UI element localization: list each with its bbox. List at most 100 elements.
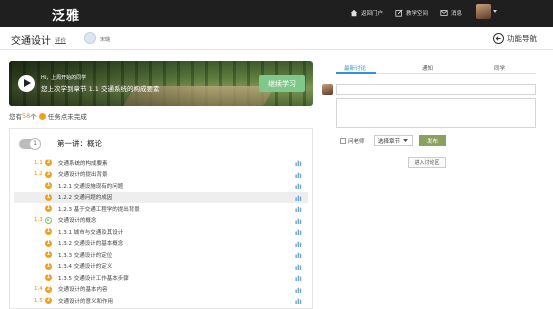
stats-icon[interactable] (295, 217, 302, 224)
chapter-select[interactable]: 选择章节 (374, 135, 413, 146)
ask-teacher-option[interactable]: 问老师 (340, 137, 365, 145)
section-number: 1.3 (34, 217, 43, 224)
task-dot-icon (38, 112, 46, 120)
task-count-badge: 1 (45, 228, 52, 235)
stats-icon[interactable] (295, 171, 302, 178)
section-title: 1.2.1 交通设施现有的问题 (58, 183, 124, 190)
section-title: 交通设计的基本内容 (58, 287, 108, 294)
progress-prefix: 您有 (9, 113, 22, 121)
stats-icon[interactable] (295, 228, 302, 235)
task-count-badge: 2 (45, 159, 52, 166)
subsection-row[interactable]: 1 1.3.4 交通设计的定义 (14, 261, 308, 273)
subsection-row[interactable]: 1 1.3.3 交通设计的定位 (14, 249, 308, 261)
stats-icon[interactable] (295, 182, 302, 189)
stats-icon[interactable] (295, 263, 302, 270)
course-header: 交通设计 评价 宋璐 功能导航 (0, 27, 553, 50)
stats-icon[interactable] (295, 274, 302, 281)
section-number: 1.1 (34, 159, 43, 166)
task-count-badge: 1 (45, 274, 52, 281)
task-progress: 您有 58 个 任务点未完成 (9, 111, 87, 121)
discussion-title-input[interactable] (336, 84, 536, 95)
teacher-avatar (84, 32, 96, 44)
stats-icon[interactable] (295, 194, 302, 201)
continue-learning-button[interactable]: 继续学习 (259, 75, 305, 92)
section-number: 1.5 (34, 297, 43, 304)
chapter-toggle[interactable] (19, 137, 41, 150)
mail-icon (440, 10, 448, 16)
stats-icon[interactable] (295, 286, 302, 293)
top-navbar: 泛雅 返回门户 教学空间 消息 (0, 0, 553, 27)
section-title: 1.2.3 基于交通工程学的提出背景 (58, 206, 140, 213)
task-count-badge: 1 (45, 182, 52, 189)
task-count-badge: 1 (45, 262, 52, 270)
review-link[interactable]: 评价 (55, 36, 66, 44)
function-guide-button[interactable]: 功能导航 (493, 32, 537, 45)
section-number: 1.2 (34, 171, 43, 178)
progress-count: 58 (22, 112, 31, 120)
function-guide-label: 功能导航 (507, 34, 537, 43)
subsection-row[interactable]: 1 1.3.2 交通设计的基本概念 (14, 238, 308, 250)
tab-latest-discussion[interactable]: 最新讨论 (344, 64, 366, 72)
progress-unit: 个 (30, 113, 37, 121)
task-count-badge: 2 (45, 285, 52, 293)
stats-icon[interactable] (295, 240, 302, 247)
section-row[interactable]: 1.2 3 交通设计的提出背景 (14, 169, 308, 181)
ask-teacher-label: 问老师 (348, 139, 365, 145)
banner-last-chapter: 您上次学到章节 1.1 交通系统的构成要素 (41, 85, 160, 93)
teacher-name: 宋璐 (100, 37, 111, 43)
publish-button[interactable]: 发布 (419, 135, 446, 146)
subsection-row[interactable]: 1 1.2.1 交通设施现有的问题 (14, 180, 308, 192)
stats-icon[interactable] (295, 251, 302, 258)
nav-messages-link[interactable]: 消息 (440, 9, 462, 17)
home-icon (350, 9, 358, 17)
task-count-badge: 1 (45, 239, 52, 247)
enter-discussion-button[interactable]: 进入讨论区 (408, 157, 446, 168)
section-title: 1.3.1 城市与交通及其设计 (58, 229, 124, 236)
chapter-select-value: 选择章节 (378, 138, 401, 145)
nav-home-label: 返回门户 (361, 11, 384, 17)
task-count-badge: 1 (45, 205, 52, 212)
stats-icon[interactable] (295, 205, 302, 212)
current-position-icon (45, 216, 52, 224)
user-avatar (322, 84, 333, 95)
discussion-content-textarea[interactable] (336, 98, 536, 128)
nav-teaching-space-label: 教学空间 (406, 11, 429, 17)
section-number: 1.4 (34, 286, 43, 293)
section-title: 1.3.2 交通设计的基本概念 (58, 241, 124, 248)
progress-suffix: 任务点未完成 (47, 113, 87, 121)
caret-down-icon[interactable] (493, 10, 497, 13)
task-count-badge: 2 (45, 297, 52, 304)
section-title: 交通设计的概念 (58, 218, 97, 225)
subsection-row[interactable]: 1 1.2.2 交通问题的成因 (14, 191, 308, 204)
ask-teacher-checkbox[interactable] (340, 138, 346, 144)
nav-teaching-space-link[interactable]: 教学空间 (395, 9, 428, 17)
active-tab-underline (336, 72, 376, 74)
stats-icon[interactable] (295, 159, 302, 166)
nav-home-link[interactable]: 返回门户 (350, 9, 383, 17)
edit-icon (395, 9, 403, 17)
play-icon[interactable] (18, 75, 35, 92)
section-row[interactable]: 1.1 2 交通系统的构成要素 (14, 157, 308, 169)
section-title: 1.2.2 交通问题的成因 (58, 195, 113, 202)
section-row[interactable]: 1.3 交通设计的概念 (14, 215, 308, 227)
subsection-row[interactable]: 1 1.2.3 基于交通工程学的提出背景 (14, 203, 308, 215)
task-count-badge: 1 (45, 193, 52, 201)
stats-icon[interactable] (295, 297, 302, 304)
task-count-badge: 3 (45, 170, 52, 178)
section-row[interactable]: 1.4 2 交通设计的基本内容 (14, 284, 308, 296)
chapter-header[interactable]: 第一讲：概论 (19, 137, 102, 150)
section-title: 1.3.4 交通设计的定义 (58, 264, 113, 271)
tab-classmates[interactable]: 同学 (494, 64, 505, 72)
subsection-row[interactable]: 1 1.3.5 交通设计工作基本步骤 (14, 272, 308, 284)
section-title: 交通设计的提出背景 (58, 172, 108, 179)
user-avatar-top[interactable] (476, 4, 491, 19)
section-row[interactable]: 1.5 2 交通设计的意义和作用 (14, 295, 308, 307)
app-logo[interactable]: 泛雅 (52, 5, 80, 24)
chapter-title: 第一讲：概论 (57, 139, 102, 148)
arrow-left-icon (493, 33, 504, 44)
subsection-row[interactable]: 1 1.3.1 城市与交通及其设计 (14, 226, 308, 238)
section-title: 交通设计的意义和作用 (58, 298, 114, 305)
chevron-down-icon (403, 138, 409, 142)
section-title: 1.3.3 交通设计的定位 (58, 252, 113, 259)
tab-notice[interactable]: 通知 (422, 64, 433, 72)
